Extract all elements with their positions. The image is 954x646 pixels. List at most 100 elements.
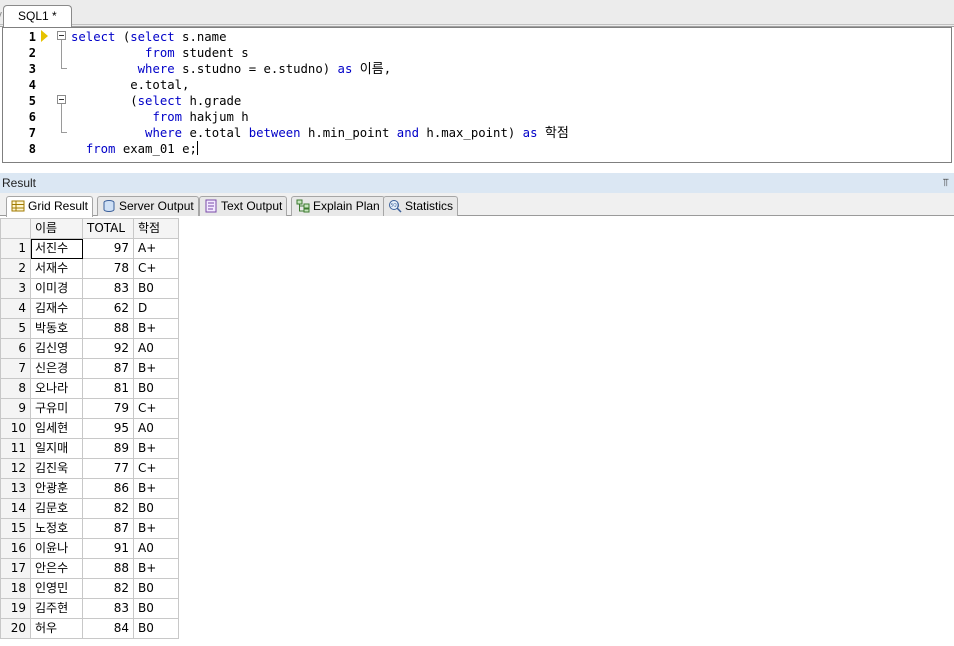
table-row[interactable]: 18 인영민 82 B0 (0, 578, 179, 599)
grade-cell[interactable]: A0 (133, 538, 179, 559)
grade-cell[interactable]: B0 (133, 578, 179, 599)
row-number-cell[interactable]: 3 (0, 278, 31, 299)
row-number-cell[interactable]: 13 (0, 478, 31, 499)
name-cell[interactable]: 임세현 (30, 418, 83, 439)
name-cell[interactable]: 김재수 (30, 298, 83, 319)
row-number-cell[interactable]: 9 (0, 398, 31, 419)
tab-text-output[interactable]: Text Output (199, 196, 288, 216)
total-cell[interactable]: 82 (82, 578, 134, 599)
total-cell[interactable]: 97 (82, 238, 134, 259)
column-header-grade[interactable]: 학점 (133, 218, 179, 239)
row-number-cell[interactable]: 17 (0, 558, 31, 579)
total-cell[interactable]: 88 (82, 558, 134, 579)
row-number-cell[interactable]: 6 (0, 338, 31, 359)
total-cell[interactable]: 91 (82, 538, 134, 559)
name-cell[interactable]: 이윤나 (30, 538, 83, 559)
tab-server-output[interactable]: Server Output (97, 196, 199, 216)
grade-cell[interactable]: A+ (133, 238, 179, 259)
tab-grid-result[interactable]: Grid Result (6, 196, 94, 217)
total-cell[interactable]: 82 (82, 498, 134, 519)
name-cell[interactable]: 허우 (30, 618, 83, 639)
table-row[interactable]: 19 김주현 83 B0 (0, 598, 179, 619)
name-cell[interactable]: 이미경 (30, 278, 83, 299)
grade-cell[interactable]: C+ (133, 258, 179, 279)
column-header-name[interactable]: 이름 (30, 218, 83, 239)
grade-cell[interactable]: B+ (133, 438, 179, 459)
name-cell[interactable]: 박동호 (30, 318, 83, 339)
table-row[interactable]: 2 서재수 78 C+ (0, 258, 179, 279)
grade-cell[interactable]: C+ (133, 398, 179, 419)
row-number-cell[interactable]: 5 (0, 318, 31, 339)
row-number-cell[interactable]: 19 (0, 598, 31, 619)
name-cell[interactable]: 서진수 (30, 238, 83, 259)
table-row[interactable]: 7 신은경 87 B+ (0, 358, 179, 379)
table-row[interactable]: 16 이윤나 91 A0 (0, 538, 179, 559)
grid-corner-cell[interactable] (0, 218, 31, 239)
total-cell[interactable]: 86 (82, 478, 134, 499)
row-number-cell[interactable]: 4 (0, 298, 31, 319)
total-cell[interactable]: 87 (82, 358, 134, 379)
row-number-cell[interactable]: 16 (0, 538, 31, 559)
name-cell[interactable]: 서재수 (30, 258, 83, 279)
total-cell[interactable]: 77 (82, 458, 134, 479)
row-number-cell[interactable]: 10 (0, 418, 31, 439)
name-cell[interactable]: 구유미 (30, 398, 83, 419)
tab-statistics[interactable]: SQL Statistics (383, 196, 459, 216)
code-line[interactable]: e.total, (71, 77, 189, 93)
grade-cell[interactable]: B+ (133, 518, 179, 539)
name-cell[interactable]: 안광훈 (30, 478, 83, 499)
table-row[interactable]: 4 김재수 62 D (0, 298, 179, 319)
total-cell[interactable]: 88 (82, 318, 134, 339)
pin-icon[interactable]: ⫪ (943, 173, 949, 193)
grade-cell[interactable]: B+ (133, 318, 179, 339)
name-cell[interactable]: 김문호 (30, 498, 83, 519)
column-header-total[interactable]: TOTAL (82, 218, 134, 239)
grade-cell[interactable]: A0 (133, 418, 179, 439)
grade-cell[interactable]: D (133, 298, 179, 319)
code-line[interactable]: from exam_01 e; (71, 141, 198, 157)
row-number-cell[interactable]: 11 (0, 438, 31, 459)
table-row[interactable]: 14 김문호 82 B0 (0, 498, 179, 519)
code-line[interactable]: select (select s.name (71, 29, 226, 45)
table-row[interactable]: 1 서진수 97 A+ (0, 238, 179, 259)
table-row[interactable]: 8 오나라 81 B0 (0, 378, 179, 399)
sql-editor[interactable]: 12345678 select (select s.name from stud… (2, 27, 952, 163)
grade-cell[interactable]: B0 (133, 378, 179, 399)
table-row[interactable]: 5 박동호 88 B+ (0, 318, 179, 339)
code-line[interactable]: (select h.grade (71, 93, 241, 109)
table-row[interactable]: 12 김진욱 77 C+ (0, 458, 179, 479)
table-row[interactable]: 6 김신영 92 A0 (0, 338, 179, 359)
code-line[interactable]: where e.total between h.min_point and h.… (71, 125, 569, 141)
name-cell[interactable]: 김주현 (30, 598, 83, 619)
row-number-cell[interactable]: 8 (0, 378, 31, 399)
total-cell[interactable]: 62 (82, 298, 134, 319)
table-row[interactable]: 13 안광훈 86 B+ (0, 478, 179, 499)
grade-cell[interactable]: B+ (133, 358, 179, 379)
total-cell[interactable]: 81 (82, 378, 134, 399)
total-cell[interactable]: 78 (82, 258, 134, 279)
total-cell[interactable]: 83 (82, 598, 134, 619)
name-cell[interactable]: 신은경 (30, 358, 83, 379)
table-row[interactable]: 15 노정호 87 B+ (0, 518, 179, 539)
name-cell[interactable]: 안은수 (30, 558, 83, 579)
row-number-cell[interactable]: 2 (0, 258, 31, 279)
table-row[interactable]: 11 일지매 89 B+ (0, 438, 179, 459)
code-line[interactable]: from student s (71, 45, 249, 61)
grade-cell[interactable]: A0 (133, 338, 179, 359)
row-number-cell[interactable]: 12 (0, 458, 31, 479)
name-cell[interactable]: 노정호 (30, 518, 83, 539)
row-number-cell[interactable]: 20 (0, 618, 31, 639)
row-number-cell[interactable]: 7 (0, 358, 31, 379)
table-row[interactable]: 20 허우 84 B0 (0, 618, 179, 639)
grade-cell[interactable]: C+ (133, 458, 179, 479)
grade-cell[interactable]: B+ (133, 558, 179, 579)
name-cell[interactable]: 일지매 (30, 438, 83, 459)
table-row[interactable]: 9 구유미 79 C+ (0, 398, 179, 419)
table-row[interactable]: 3 이미경 83 B0 (0, 278, 179, 299)
code-line[interactable]: where s.studno = e.studno) as 이름, (71, 61, 391, 77)
result-grid[interactable]: 이름 TOTAL 학점 1 서진수 97 A+ 2 서재수 78 C+ 3 이미경 83 B0 4 김재수… (0, 218, 179, 639)
name-cell[interactable]: 오나라 (30, 378, 83, 399)
total-cell[interactable]: 83 (82, 278, 134, 299)
total-cell[interactable]: 84 (82, 618, 134, 639)
table-row[interactable]: 10 임세현 95 A0 (0, 418, 179, 439)
